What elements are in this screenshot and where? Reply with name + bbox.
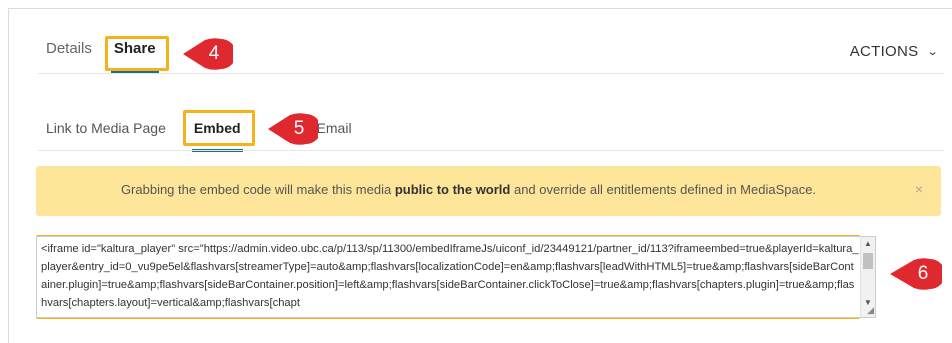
callout-6-number: 6 bbox=[917, 263, 929, 284]
embed-tab-highlight bbox=[183, 110, 255, 146]
resize-handle-icon[interactable]: ◢ bbox=[867, 305, 874, 316]
alert-text-bold: public to the world bbox=[394, 182, 511, 197]
callout-5-number: 5 bbox=[293, 118, 305, 139]
actions-menu-button[interactable]: ACTIONS ⌄ bbox=[849, 43, 940, 60]
embed-code-text[interactable]: <iframe id="kaltura_player" src="https:/… bbox=[41, 240, 859, 314]
subtab-email[interactable]: Email bbox=[317, 120, 352, 150]
callout-4-number: 4 bbox=[208, 43, 220, 64]
actions-label: ACTIONS bbox=[849, 43, 919, 60]
callout-4: 4 bbox=[183, 38, 233, 70]
tab-details[interactable]: Details bbox=[46, 40, 92, 74]
alert-message: Grabbing the embed code will make this m… bbox=[36, 182, 901, 197]
tabs-divider bbox=[38, 73, 944, 74]
close-icon[interactable]: × bbox=[915, 181, 923, 197]
subtab-link-to-media-page[interactable]: Link to Media Page bbox=[46, 120, 166, 150]
share-tab-highlight bbox=[105, 36, 169, 71]
alert-text-part1: Grabbing the embed code will make this m… bbox=[120, 182, 395, 197]
alert-text-part2: and override all entitlements defined in… bbox=[510, 182, 817, 197]
embed-code-textarea[interactable]: <iframe id="kaltura_player" src="https:/… bbox=[36, 236, 876, 318]
chevron-down-icon: ⌄ bbox=[927, 46, 940, 58]
scroll-thumb[interactable] bbox=[863, 253, 873, 269]
public-warning-alert: Grabbing the embed code will make this m… bbox=[36, 166, 941, 216]
subtabs-divider bbox=[38, 150, 944, 151]
callout-5: 5 bbox=[268, 113, 318, 145]
callout-6: 6 bbox=[890, 258, 942, 290]
scroll-up-icon[interactable]: ▲ bbox=[864, 239, 872, 248]
